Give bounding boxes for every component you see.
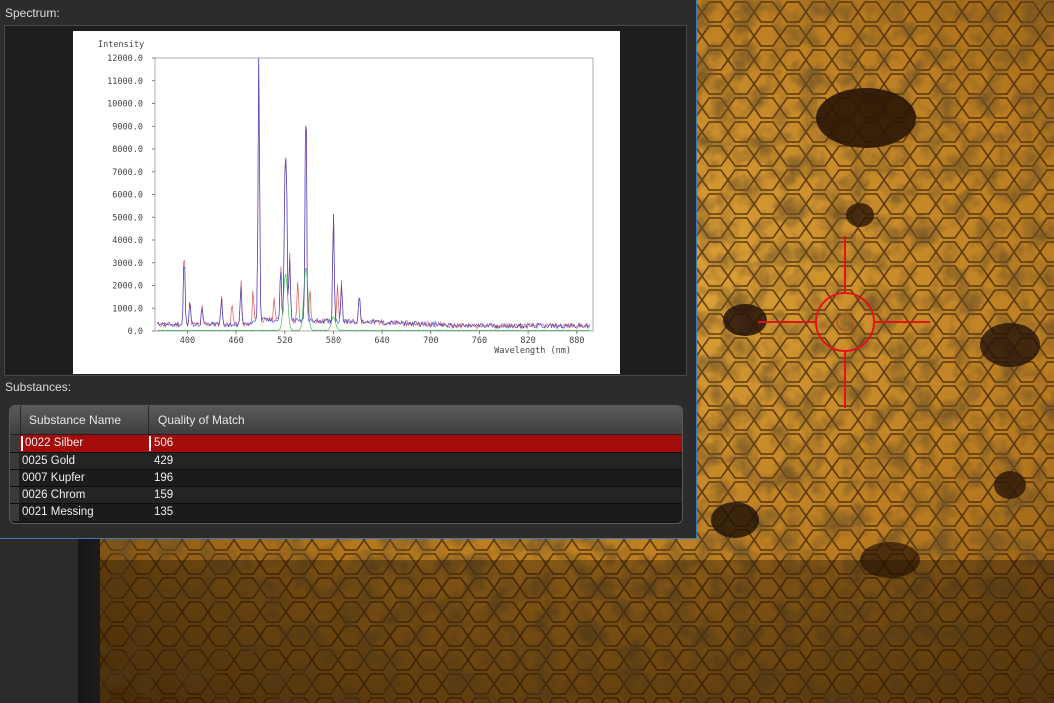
spectrum-series-line bbox=[157, 57, 590, 330]
substance-name: 0007 Kupfer bbox=[22, 472, 85, 484]
y-tick-label: 11000.0 bbox=[107, 77, 143, 87]
y-tick-label: 4000.0 bbox=[112, 236, 143, 246]
spectrum-series-line bbox=[157, 57, 590, 330]
y-tick-label: 12000.0 bbox=[107, 54, 143, 64]
substances-table: Substance Name Quality of Match 0022 Sil… bbox=[9, 405, 683, 524]
column-header-substance-name[interactable]: Substance Name bbox=[20, 406, 147, 434]
row-marker bbox=[10, 504, 19, 521]
analysis-dialog: Spectrum: 12000.0 11000.0 10000.0 9000.0 800… bbox=[0, 0, 697, 539]
quality-value: 196 bbox=[154, 472, 174, 484]
y-tick-label: 5000.0 bbox=[112, 213, 143, 223]
x-tick-label: 820 bbox=[520, 336, 535, 346]
row-edit-cursor bbox=[21, 436, 23, 451]
y-tick-label: 9000.0 bbox=[112, 122, 143, 132]
row-edit-cursor bbox=[149, 436, 151, 451]
y-tick-label: 6000.0 bbox=[112, 191, 143, 201]
table-header: Substance Name Quality of Match bbox=[10, 406, 682, 435]
table-row[interactable]: 0021 Messing 135 bbox=[10, 503, 682, 521]
plot-frame bbox=[154, 57, 594, 332]
x-tick-label: 520 bbox=[277, 336, 292, 346]
quality-value: 506 bbox=[154, 437, 174, 449]
y-axis-label: Intensity bbox=[98, 40, 144, 50]
y-tick-label: 8000.0 bbox=[112, 145, 143, 155]
x-tick-label: 580 bbox=[326, 336, 341, 346]
quality-value: 135 bbox=[154, 506, 174, 518]
spectrum-label: Spectrum: bbox=[5, 6, 60, 20]
y-tick-label: 7000.0 bbox=[112, 168, 143, 178]
x-tick-label: 880 bbox=[569, 336, 584, 346]
x-tick-label: 760 bbox=[472, 336, 487, 346]
x-tick-label: 460 bbox=[228, 336, 243, 346]
y-tick-label: 0.0 bbox=[128, 327, 143, 337]
substance-name: 0026 Chrom bbox=[22, 489, 86, 501]
table-row[interactable]: 0007 Kupfer 196 bbox=[10, 469, 682, 487]
column-header-quality-of-match[interactable]: Quality of Match bbox=[148, 406, 678, 434]
x-tick-label: 400 bbox=[180, 336, 195, 346]
table-row[interactable]: 0025 Gold 429 bbox=[10, 452, 682, 470]
substances-label: Substances: bbox=[5, 380, 72, 394]
substance-name: 0022 Silber bbox=[25, 437, 84, 449]
x-axis-label: Wavelength (nm) bbox=[494, 346, 571, 356]
substance-name: 0021 Messing bbox=[22, 506, 94, 518]
y-tick-label: 1000.0 bbox=[112, 304, 143, 314]
row-marker bbox=[10, 487, 19, 504]
quality-value: 429 bbox=[154, 455, 174, 467]
y-tick-label: 10000.0 bbox=[107, 100, 143, 110]
table-row[interactable]: 0026 Chrom 159 bbox=[10, 486, 682, 504]
row-marker bbox=[10, 453, 19, 470]
y-tick-label: 2000.0 bbox=[112, 282, 143, 292]
substance-name: 0025 Gold bbox=[22, 455, 76, 467]
table-row[interactable]: 0022 Silber 506 bbox=[10, 435, 682, 452]
x-tick-label: 700 bbox=[423, 336, 438, 346]
y-tick-label: 3000.0 bbox=[112, 259, 143, 269]
x-tick-label: 640 bbox=[374, 336, 389, 346]
spectrum-chart: 12000.0 11000.0 10000.0 9000.0 8000.0 7000.0 6… bbox=[73, 31, 620, 374]
row-marker bbox=[10, 470, 19, 487]
quality-value: 159 bbox=[154, 489, 174, 501]
row-marker bbox=[10, 435, 19, 452]
spectrum-panel: 12000.0 11000.0 10000.0 9000.0 8000.0 7000.0 6… bbox=[4, 25, 687, 376]
